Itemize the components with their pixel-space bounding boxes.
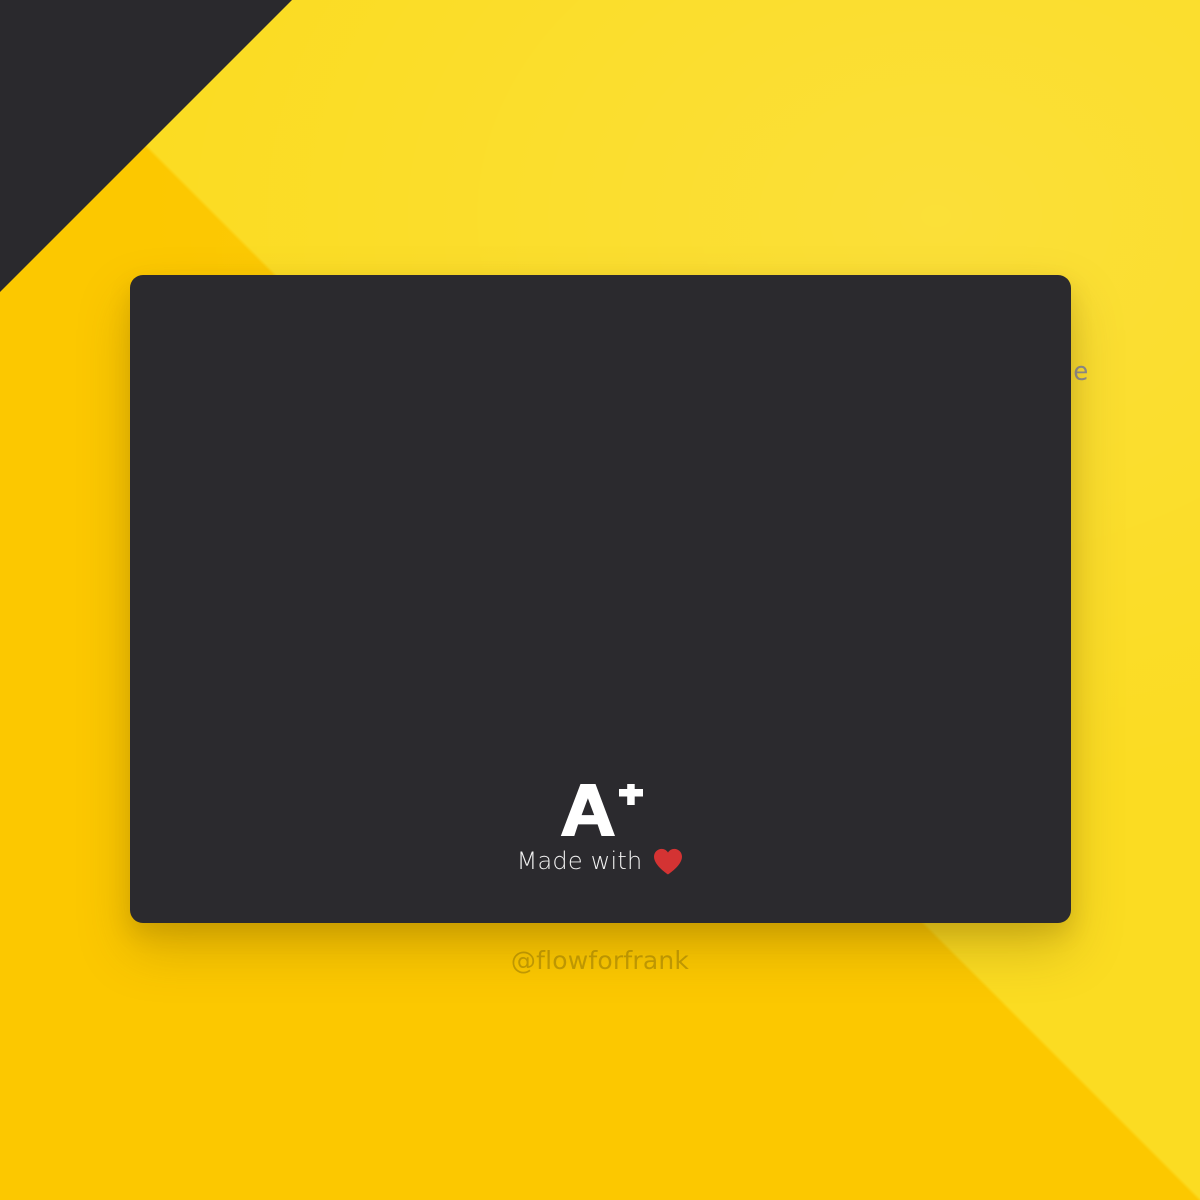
brand-mark: Made with (0, 784, 1200, 875)
made-with-label: Made with (516, 847, 643, 875)
author-handle: @flowforfrank (510, 946, 690, 975)
aplus-logo-icon (554, 784, 646, 836)
heart-icon (654, 848, 683, 874)
screenshot-stage: js // To get the last items from an arra… (0, 0, 1200, 1200)
made-with-row: Made with (517, 847, 684, 875)
